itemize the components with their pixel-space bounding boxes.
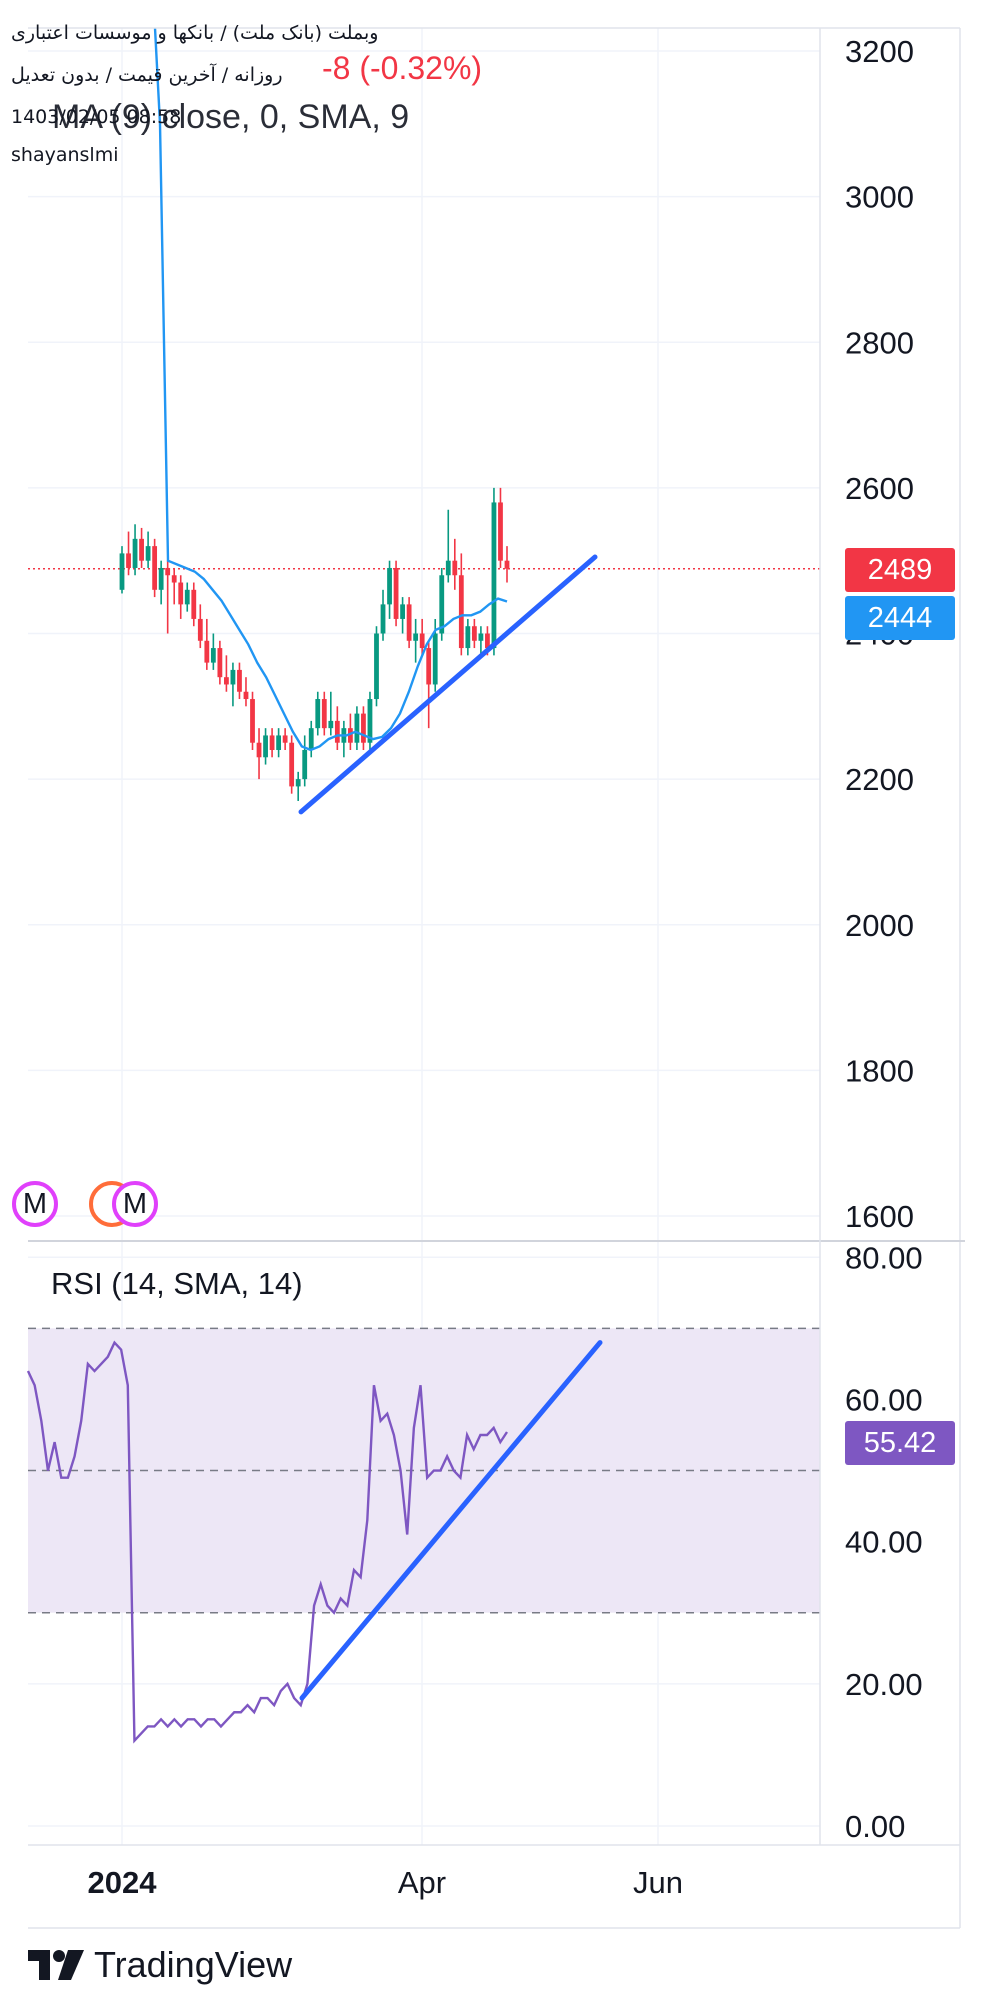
price-change: -8 (-0.32%) bbox=[322, 50, 483, 86]
price-tick-label: 2000 bbox=[845, 908, 914, 943]
candle-body bbox=[361, 713, 366, 743]
candle-body bbox=[276, 735, 282, 750]
candle-body bbox=[328, 720, 334, 729]
rsi-tick-label: 40.00 bbox=[845, 1525, 923, 1560]
candle-body bbox=[256, 742, 262, 758]
candle-body bbox=[289, 742, 295, 787]
candle-body bbox=[132, 538, 138, 568]
price-tick-label: 3000 bbox=[845, 180, 914, 215]
candle-body bbox=[406, 604, 412, 641]
ma-value-badge: 2444 bbox=[845, 596, 955, 640]
candle-body bbox=[139, 538, 144, 561]
candle-body bbox=[393, 567, 399, 619]
rsi-tick-label: 0.00 bbox=[845, 1809, 905, 1844]
price-tick-label: 3200 bbox=[845, 34, 914, 69]
event-marker[interactable]: M bbox=[12, 1181, 58, 1227]
tradingview-logo-icon bbox=[28, 1950, 84, 1980]
candle-body bbox=[243, 691, 249, 700]
candle-body bbox=[419, 633, 425, 649]
brand-footer[interactable]: TradingView bbox=[28, 1944, 292, 1986]
candle-body bbox=[308, 728, 314, 750]
price-tick-label: 1800 bbox=[845, 1053, 914, 1088]
candle-body bbox=[445, 560, 451, 576]
candle-body bbox=[458, 575, 464, 649]
time-tick-label: Jun bbox=[633, 1865, 683, 1900]
candle-body bbox=[119, 553, 125, 590]
candle-body bbox=[171, 575, 177, 583]
time-tick-label: Apr bbox=[398, 1865, 446, 1900]
candle-body bbox=[465, 626, 471, 649]
candle-body bbox=[354, 713, 360, 743]
candle-body bbox=[178, 582, 184, 605]
rsi-title: RSI (14, SMA, 14) bbox=[51, 1266, 303, 1301]
candle-body bbox=[269, 735, 275, 750]
candle-body bbox=[334, 720, 340, 743]
candle-body bbox=[230, 669, 236, 685]
candle-body bbox=[315, 699, 321, 729]
candle-body bbox=[250, 699, 255, 743]
candle-body bbox=[321, 699, 327, 729]
candle-body bbox=[452, 560, 458, 576]
price-tick-label: 2800 bbox=[845, 325, 914, 360]
candle-body bbox=[165, 567, 171, 576]
candle-body bbox=[413, 633, 419, 641]
candle-body bbox=[217, 648, 223, 678]
candle-body bbox=[471, 626, 477, 641]
candle-body bbox=[387, 567, 392, 605]
settings-line: روزانه / آخرین قیمت / بدون تعدیل bbox=[11, 64, 283, 86]
candle-body bbox=[504, 560, 510, 569]
rsi-tick-label: 60.00 bbox=[845, 1382, 923, 1417]
price-tick-label: 1600 bbox=[845, 1199, 914, 1234]
candle-body bbox=[224, 677, 229, 685]
last-price-badge: 2489 bbox=[845, 548, 955, 592]
candle-body bbox=[432, 633, 438, 685]
candle-body bbox=[158, 567, 164, 590]
candle-body bbox=[400, 604, 405, 619]
candle-body bbox=[478, 633, 484, 641]
candle-body bbox=[295, 779, 301, 787]
candle-body bbox=[197, 618, 203, 641]
candle-body bbox=[374, 633, 379, 700]
candle-body bbox=[152, 546, 158, 590]
candle-body bbox=[184, 589, 190, 605]
symbol-line: وبملت (بانک ملت) / بانکها و موسسات اعتبا… bbox=[11, 22, 379, 44]
candle-body bbox=[498, 502, 503, 561]
event-marker[interactable]: M bbox=[112, 1181, 158, 1227]
candle-body bbox=[263, 735, 268, 758]
candle-body bbox=[210, 648, 216, 663]
candle-body bbox=[126, 553, 131, 568]
rsi-tick-label: 20.00 bbox=[845, 1667, 923, 1702]
candle-body bbox=[145, 546, 151, 561]
candle-body bbox=[426, 648, 432, 685]
candle-body bbox=[439, 575, 445, 634]
chart-canvas[interactable]: 160018002000220024002600280030003200 0.0… bbox=[0, 0, 983, 1999]
price-tick-label: 2200 bbox=[845, 762, 914, 797]
brand-name: TradingView bbox=[94, 1944, 293, 1985]
datetime-label: 1403/02/05 08:58 bbox=[11, 106, 182, 128]
candle-body bbox=[380, 604, 386, 634]
candle-body bbox=[282, 735, 288, 743]
candle-body bbox=[191, 589, 197, 619]
candle-body bbox=[302, 750, 308, 780]
author-label: shayanslmi bbox=[11, 144, 119, 166]
candle-body bbox=[204, 640, 210, 663]
candle-body bbox=[491, 502, 497, 649]
rsi-tick-label: 80.00 bbox=[845, 1240, 923, 1275]
time-tick-label: 2024 bbox=[88, 1865, 158, 1900]
rsi-value-badge: 55.42 bbox=[845, 1421, 955, 1465]
price-tick-label: 2600 bbox=[845, 471, 914, 506]
candle-body bbox=[237, 669, 242, 692]
